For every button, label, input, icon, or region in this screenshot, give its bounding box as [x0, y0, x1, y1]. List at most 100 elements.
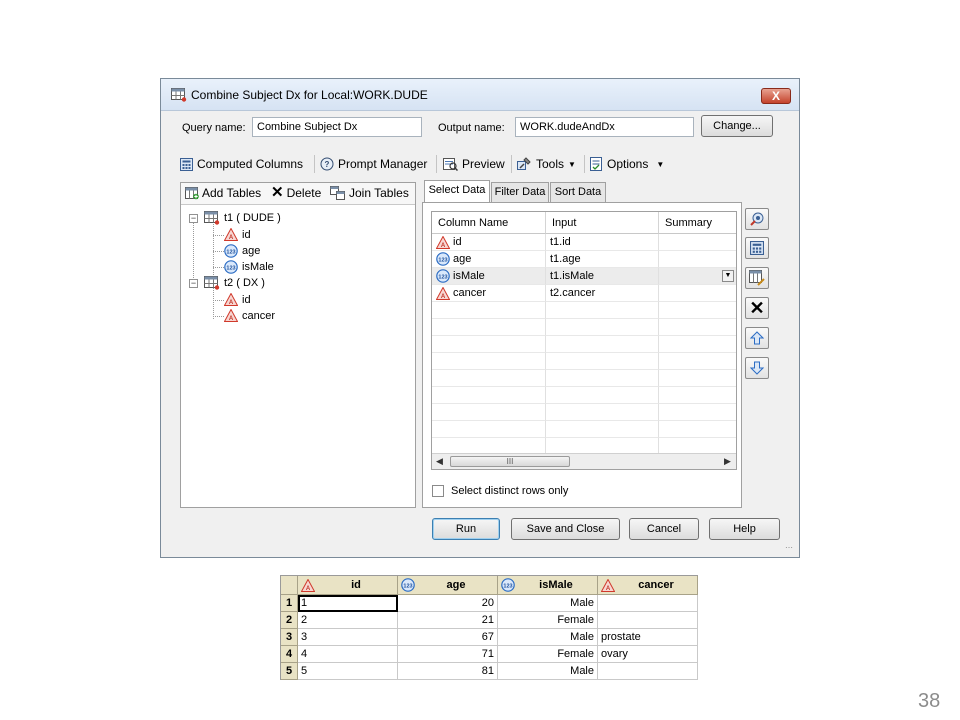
collapse-t1-toggle[interactable]: −	[189, 214, 198, 223]
tree-column-t1-ismale[interactable]: isMale	[224, 260, 274, 274]
result-cell-id[interactable]: 2	[298, 612, 398, 629]
result-cell-id[interactable]: 1	[298, 595, 398, 612]
run-button[interactable]: Run	[432, 518, 500, 540]
prompt-manager-button[interactable]: ? Prompt Manager	[320, 155, 427, 173]
column-header-name[interactable]: Column Name	[432, 212, 546, 234]
computed-columns-label: Computed Columns	[197, 157, 304, 171]
result-header-cancer[interactable]: cancer	[598, 576, 698, 595]
character-column-icon	[224, 309, 238, 322]
resize-grip-icon[interactable]: ⋯	[785, 543, 793, 552]
scroll-right-icon[interactable]: ▶	[724, 456, 731, 467]
numeric-column-icon	[224, 244, 238, 258]
tree-table-t2[interactable]: t2 ( DX )	[204, 276, 265, 290]
tab-sort-data[interactable]: Sort Data	[550, 182, 606, 202]
result-cell-id[interactable]: 4	[298, 646, 398, 663]
summary-dropdown-button[interactable]: ▼	[722, 270, 734, 282]
tree-column-t1-age[interactable]: age	[224, 244, 260, 258]
result-cell-age[interactable]: 71	[398, 646, 498, 663]
result-cell-cancer[interactable]: prostate	[598, 629, 698, 646]
prompt-manager-label: Prompt Manager	[338, 157, 428, 171]
move-up-button[interactable]	[745, 327, 769, 349]
delete-button[interactable]: ✕ Delete	[271, 185, 321, 200]
tree-table-t1[interactable]: t1 ( DUDE )	[204, 211, 281, 225]
result-cell-cancer[interactable]: ovary	[598, 646, 698, 663]
grid-empty-cell	[546, 353, 659, 370]
column-header-input[interactable]: Input	[546, 212, 659, 234]
result-cell-cancer[interactable]	[598, 595, 698, 612]
result-header-age[interactable]: age	[398, 576, 498, 595]
result-cell-age[interactable]: 81	[398, 663, 498, 680]
grid-cell-summary[interactable]	[659, 234, 736, 251]
result-cell-cancer[interactable]	[598, 663, 698, 680]
grid-cell-input[interactable]: t1.age	[546, 251, 659, 268]
query-icon	[171, 88, 187, 102]
result-cell-ismale[interactable]: Male	[498, 629, 598, 646]
select-distinct-checkbox[interactable]	[432, 485, 444, 497]
result-header-id[interactable]: id	[298, 576, 398, 595]
grid-cell-input[interactable]: t2.cancer	[546, 285, 659, 302]
tab-select-data[interactable]: Select Data	[424, 180, 490, 203]
grid-cell-column-name[interactable]: age	[432, 251, 546, 268]
join-tables-button[interactable]: Join Tables	[330, 186, 409, 200]
result-cell-cancer[interactable]	[598, 612, 698, 629]
grid-cell-summary[interactable]	[659, 251, 736, 268]
output-name-input[interactable]: WORK.dudeAndDx	[515, 117, 694, 137]
grid-empty-cell	[659, 370, 736, 387]
horizontal-scrollbar[interactable]: ◀ III ▶	[432, 453, 736, 469]
tab-filter-data[interactable]: Filter Data	[491, 182, 549, 202]
tools-menu[interactable]: Tools ▼	[517, 155, 576, 173]
grid-cell-input[interactable]: t1.isMale	[546, 268, 659, 285]
options-menu[interactable]: Options ▼	[590, 155, 664, 173]
grid-cell-column-name[interactable]: cancer	[432, 285, 546, 302]
cancel-button[interactable]: Cancel	[629, 518, 699, 540]
result-cell-id[interactable]: 5	[298, 663, 398, 680]
row-number[interactable]: 3	[281, 629, 298, 646]
row-number[interactable]: 1	[281, 595, 298, 612]
query-name-input[interactable]: Combine Subject Dx	[252, 117, 422, 137]
preview-button[interactable]: Preview	[443, 155, 505, 173]
close-button[interactable]: X	[761, 88, 791, 104]
result-cell-age[interactable]: 20	[398, 595, 498, 612]
scroll-left-icon[interactable]: ◀	[436, 456, 443, 467]
save-and-close-button[interactable]: Save and Close	[511, 518, 620, 540]
grid-cell-input[interactable]: t1.id	[546, 234, 659, 251]
add-tables-button[interactable]: Add Tables	[185, 186, 261, 200]
grid-cell-column-name[interactable]: isMale	[432, 268, 546, 285]
grid-cell-summary[interactable]	[659, 285, 736, 302]
remove-column-button[interactable]: ✕	[745, 297, 769, 319]
result-cell-age[interactable]: 21	[398, 612, 498, 629]
column-header-summary[interactable]: Summary	[659, 212, 736, 234]
change-button[interactable]: Change...	[701, 115, 773, 137]
result-cell-age[interactable]: 67	[398, 629, 498, 646]
arrow-up-icon	[750, 331, 764, 345]
result-cell-ismale[interactable]: Male	[498, 663, 598, 680]
move-down-button[interactable]	[745, 357, 769, 379]
tree-column-t1-id[interactable]: id	[224, 228, 251, 241]
numeric-column-icon	[224, 260, 238, 274]
chevron-down-icon: ▼	[656, 159, 665, 169]
collapse-t2-toggle[interactable]: −	[189, 279, 198, 288]
edit-column-button[interactable]	[745, 267, 769, 289]
select-columns-grid: Column Name Input Summary id t1.id age t…	[431, 211, 737, 470]
result-header-ismale[interactable]: isMale	[498, 576, 598, 595]
tree-column-label: isMale	[242, 261, 274, 273]
result-cell-id[interactable]: 3	[298, 629, 398, 646]
row-number[interactable]: 5	[281, 663, 298, 680]
help-button[interactable]: Help	[709, 518, 780, 540]
row-number[interactable]: 4	[281, 646, 298, 663]
result-header-label: cancer	[638, 579, 674, 591]
tree-column-t2-cancer[interactable]: cancer	[224, 309, 275, 322]
result-cell-ismale[interactable]: Female	[498, 646, 598, 663]
scrollbar-thumb[interactable]: III	[450, 456, 570, 467]
computed-column-button[interactable]	[745, 237, 769, 259]
title-bar[interactable]: Combine Subject Dx for Local:WORK.DUDE X	[161, 79, 799, 111]
column-properties-button[interactable]	[745, 208, 769, 230]
add-table-icon	[185, 186, 199, 199]
result-cell-ismale[interactable]: Male	[498, 595, 598, 612]
grid-cell-column-name[interactable]: id	[432, 234, 546, 251]
tree-column-label: id	[242, 228, 251, 241]
computed-columns-button[interactable]: Computed Columns	[180, 155, 303, 173]
tree-column-t2-id[interactable]: id	[224, 293, 251, 306]
result-cell-ismale[interactable]: Female	[498, 612, 598, 629]
row-number[interactable]: 2	[281, 612, 298, 629]
